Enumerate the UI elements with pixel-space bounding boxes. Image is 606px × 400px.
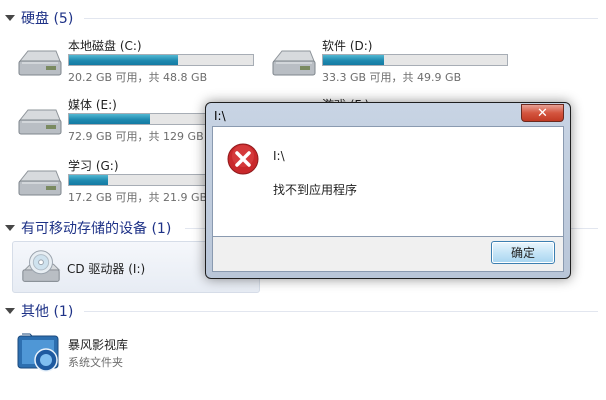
collapse-triangle-icon[interactable] [5, 225, 15, 231]
drive-name: 本地磁盘 (C:) [68, 39, 142, 53]
drive-space-info: 33.3 GB 可用，共 49.9 GB [322, 71, 462, 84]
section-title: 其他 (1) [21, 304, 74, 320]
dialog-message: 找不到应用程序 [273, 183, 358, 197]
drive-usage-bar [68, 54, 254, 66]
media-library-icon [17, 333, 59, 372]
dialog-body: I:\ 找不到应用程序 [212, 126, 564, 237]
error-dialog[interactable]: I:\ ✕ I:\ 找不到应用程序 确定 [205, 102, 571, 279]
drive-item-d[interactable]: 软件 (D:) 33.3 GB 可用，共 49.9 GB [270, 37, 530, 84]
library-type: 系统文件夹 [68, 356, 123, 369]
section-divider [84, 18, 598, 19]
drive-space-info: 20.2 GB 可用，共 48.8 GB [68, 71, 208, 84]
section-header-hard-disks[interactable]: 硬盘 (5) [0, 7, 606, 29]
error-icon [227, 143, 259, 175]
section-header-other[interactable]: 其他 (1) [0, 300, 606, 322]
hard-drive-icon [18, 50, 62, 76]
drive-usage-bar [322, 54, 508, 66]
collapse-triangle-icon[interactable] [5, 308, 15, 314]
collapse-triangle-icon[interactable] [5, 15, 15, 21]
drive-usage-fill [69, 175, 108, 185]
drive-item-c[interactable]: 本地磁盘 (C:) 20.2 GB 可用，共 48.8 GB [16, 37, 276, 84]
cd-drive-icon [22, 250, 61, 282]
drive-usage-fill [323, 55, 384, 65]
ok-button[interactable]: 确定 [491, 241, 555, 264]
hard-drive-icon [272, 50, 316, 76]
close-button[interactable]: ✕ [521, 104, 564, 122]
library-name: 暴风影视库 [68, 338, 129, 352]
dialog-path: I:\ [273, 149, 285, 163]
drive-name: 软件 (D:) [322, 39, 373, 53]
cd-drive-name: CD 驱动器 (I:) [67, 262, 146, 276]
hard-drive-icon [18, 170, 62, 196]
section-divider [84, 311, 598, 312]
section-title: 有可移动存储的设备 (1) [21, 221, 172, 237]
hard-drive-icon [18, 109, 62, 135]
drive-space-info: 72.9 GB 可用，共 129 GB [68, 130, 204, 143]
drive-space-info: 17.2 GB 可用，共 21.9 GB [68, 191, 208, 204]
dialog-footer: 确定 [212, 237, 564, 272]
drive-usage-fill [69, 55, 178, 65]
section-title: 硬盘 (5) [21, 11, 74, 27]
drive-name: 学习 (G:) [68, 159, 119, 173]
drive-name: 媒体 (E:) [68, 98, 117, 112]
dialog-title: I:\ [214, 109, 226, 123]
close-icon: ✕ [537, 105, 548, 121]
drive-usage-fill [69, 114, 150, 124]
